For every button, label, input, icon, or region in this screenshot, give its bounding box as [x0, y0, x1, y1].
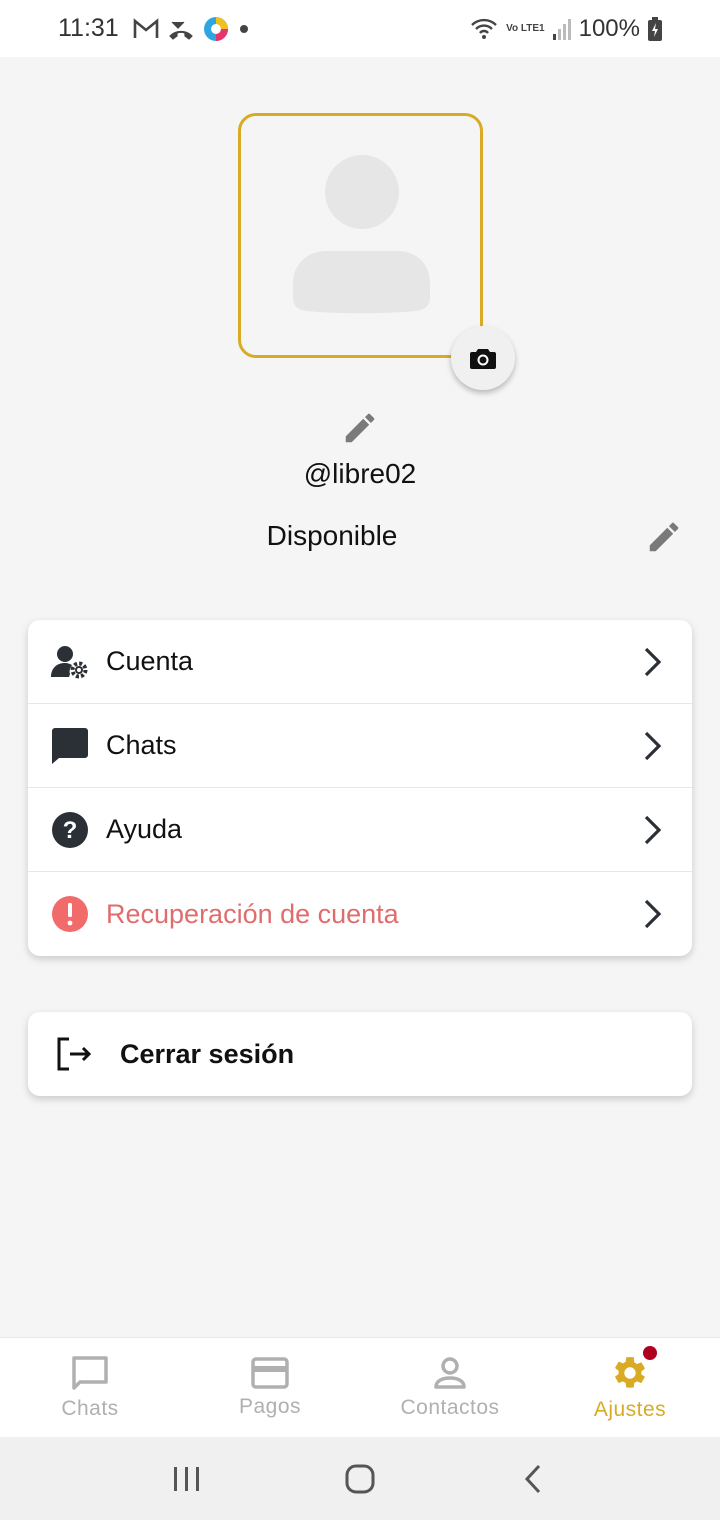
nav-item-ajustes[interactable]: Ajustes — [540, 1338, 720, 1437]
battery-percent: 100% — [578, 14, 640, 42]
logout-label: Cerrar sesión — [120, 1038, 295, 1069]
wifi-icon — [470, 18, 498, 40]
svg-text:?: ? — [63, 817, 78, 844]
logout-button[interactable]: Cerrar sesión — [28, 1012, 692, 1096]
menu-item-label: Chats — [106, 730, 177, 760]
menu-item-label: Recuperación de cuenta — [106, 898, 399, 929]
status-bar-left: 11:31 — [58, 14, 249, 43]
nav-label: Chats — [61, 1396, 119, 1420]
system-navigation-bar — [0, 1437, 720, 1520]
gear-icon — [615, 1356, 645, 1388]
menu-item-label: Ayuda — [106, 814, 183, 844]
profile-status: Disponible — [266, 520, 398, 551]
battery-charging-icon — [648, 16, 662, 41]
logout-icon — [28, 1037, 120, 1071]
person-icon — [434, 1356, 466, 1389]
menu-item-cuenta[interactable]: Cuenta — [28, 620, 692, 704]
notification-dot-icon — [239, 24, 249, 34]
chevron-right-icon — [614, 730, 692, 762]
menu-item-ayuda[interactable]: ? Ayuda — [28, 788, 692, 872]
nav-label: Ajustes — [593, 1397, 667, 1421]
profile-avatar[interactable] — [238, 113, 483, 358]
recent-apps-icon — [173, 1466, 199, 1491]
status-time: 11:31 — [58, 14, 119, 42]
nav-label: Pagos — [238, 1394, 302, 1418]
volte-icon: Vo LTE1 — [506, 22, 545, 34]
nav-item-chats[interactable]: Chats — [0, 1338, 180, 1437]
app-logo-icon — [203, 16, 229, 42]
card-icon — [251, 1356, 289, 1389]
settings-menu: Cuenta Chats ? Ayuda Recuperación de cue… — [28, 620, 692, 956]
bottom-navigation: Chats Pagos Contactos Ajustes — [0, 1337, 720, 1437]
username: @libre02 — [303, 458, 417, 489]
chat-icon — [28, 727, 106, 764]
status-bar-right: Vo LTE1 100% — [470, 15, 662, 43]
missed-call-icon — [168, 18, 193, 40]
menu-item-chats[interactable]: Chats — [28, 704, 692, 788]
chevron-right-icon — [614, 646, 692, 678]
account-settings-icon — [28, 645, 106, 679]
nav-item-pagos[interactable]: Pagos — [180, 1338, 360, 1437]
recent-apps-button[interactable] — [147, 1449, 227, 1509]
chevron-right-icon — [614, 898, 692, 930]
nav-label: Contactos — [400, 1395, 500, 1419]
chat-outline-icon — [72, 1355, 108, 1390]
status-bar: 11:31 Vo LTE1 100% — [0, 0, 720, 57]
home-button[interactable] — [320, 1449, 400, 1509]
nav-item-contactos[interactable]: Contactos — [360, 1338, 540, 1437]
menu-item-label: Cuenta — [106, 646, 194, 676]
back-button[interactable] — [493, 1449, 573, 1509]
gmail-icon — [133, 17, 159, 40]
back-icon — [525, 1464, 541, 1493]
alert-icon — [28, 896, 106, 932]
camera-icon — [470, 349, 496, 369]
avatar-placeholder-icon — [293, 155, 430, 314]
edit-status-icon[interactable] — [645, 518, 683, 561]
notification-badge — [643, 1346, 657, 1360]
edit-username-icon[interactable] — [341, 409, 379, 452]
help-icon: ? — [28, 811, 106, 848]
home-icon — [345, 1464, 375, 1493]
chevron-right-icon — [614, 814, 692, 846]
signal-icon — [552, 18, 571, 40]
menu-item-recuperacion[interactable]: Recuperación de cuenta — [28, 872, 692, 956]
change-photo-button[interactable] — [451, 326, 515, 390]
